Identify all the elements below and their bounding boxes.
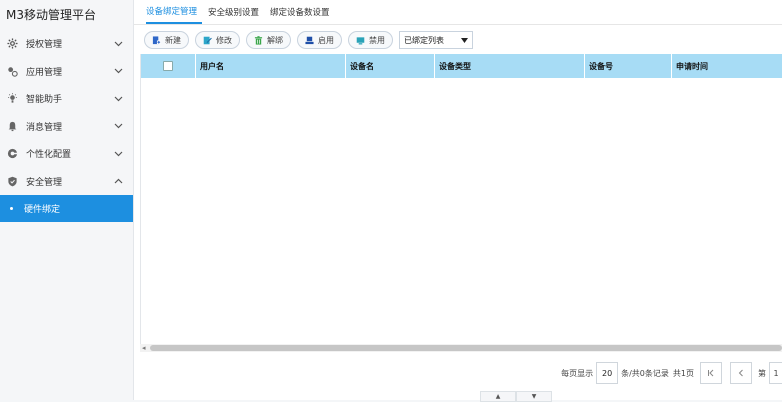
chevron-left-icon <box>738 369 743 377</box>
binding-filter-select[interactable]: 已绑定列表 <box>399 31 473 49</box>
enable-icon <box>305 36 314 45</box>
sidebar-item-assistant[interactable]: 智能助手 <box>0 85 133 113</box>
gear-icon <box>6 38 18 50</box>
sidebar-item-applications[interactable]: 应用管理 <box>0 58 133 86</box>
unbind-button[interactable]: 解绑 <box>246 31 291 49</box>
column-header-apply-time[interactable]: 申请时间 <box>672 54 782 78</box>
first-page-icon <box>708 369 714 377</box>
per-page-label: 每页显示 <box>561 368 594 378</box>
device-table: 用户名 设备名 设备类型 设备号 申请时间 <box>140 54 782 344</box>
per-page-input[interactable]: 20 <box>596 362 619 384</box>
main-panel: 设备绑定管理 安全级别设置 绑定设备数设置 新建 修改 解绑 启用 禁用 已绑定… <box>134 0 782 400</box>
sidebar-item-label: 应用管理 <box>26 67 63 78</box>
shield-icon <box>6 175 18 187</box>
caret-up-icon: ▲ <box>495 393 501 400</box>
chevron-down-icon <box>111 123 125 129</box>
caret-down-icon: ▼ <box>531 393 537 400</box>
chevron-up-icon <box>111 178 125 184</box>
select-value: 已绑定列表 <box>404 35 444 45</box>
page-number-input[interactable]: 1 <box>769 362 782 384</box>
edit-icon <box>203 36 212 45</box>
table-header: 用户名 设备名 设备类型 设备号 申请时间 <box>141 54 782 78</box>
sidebar-item-messages[interactable]: 消息管理 <box>0 113 133 141</box>
sidebar-item-label: 智能助手 <box>26 95 63 106</box>
tab-binding-count[interactable]: 绑定设备数设置 <box>270 6 335 24</box>
column-header-username[interactable]: 用户名 <box>196 54 346 78</box>
column-header-device-name[interactable]: 设备名 <box>346 54 435 78</box>
sidebar: M3移动管理平台 授权管理 应用管理 智能助手 消息管理 个性化配置 安全管理 … <box>0 0 134 400</box>
sidebar-item-label: 安全管理 <box>26 177 63 188</box>
apps-icon <box>6 65 18 77</box>
scroll-left-icon[interactable]: ◂ <box>142 344 146 352</box>
bell-icon <box>6 120 18 132</box>
sidebar-item-label: 个性化配置 <box>26 150 72 161</box>
sidebar-item-label: 消息管理 <box>26 122 63 133</box>
button-label: 修改 <box>216 35 232 45</box>
new-button[interactable]: 新建 <box>144 31 189 49</box>
sidebar-subitem-hardware-binding[interactable]: 硬件绑定 <box>0 195 133 222</box>
bullet-icon <box>10 207 13 210</box>
edit-button[interactable]: 修改 <box>195 31 240 49</box>
horizontal-scrollbar[interactable]: ◂ <box>140 344 782 352</box>
scrollbar-thumb[interactable] <box>150 345 782 351</box>
bottom-scroll-controls: ▲ ▼ <box>480 391 552 402</box>
select-all-cell <box>141 54 196 78</box>
tab-device-binding[interactable]: 设备绑定管理 <box>146 5 203 24</box>
chevron-down-icon <box>111 41 125 47</box>
sidebar-item-security[interactable]: 安全管理 <box>0 168 133 196</box>
toolbar: 新建 修改 解绑 启用 禁用 已绑定列表 <box>134 25 782 55</box>
first-page-button[interactable] <box>700 362 722 384</box>
pagination: 每页显示 20 条/共0条记录 共1页 第 1 <box>561 362 782 384</box>
disable-icon <box>356 36 365 45</box>
delete-icon <box>254 35 263 45</box>
sidebar-item-personalization[interactable]: 个性化配置 <box>0 140 133 168</box>
chevron-down-icon <box>111 68 125 74</box>
button-label: 启用 <box>318 35 334 45</box>
new-icon <box>152 35 161 45</box>
palette-icon <box>6 148 18 160</box>
scroll-up-button[interactable]: ▲ <box>480 391 516 402</box>
disable-button[interactable]: 禁用 <box>348 31 393 49</box>
select-all-checkbox[interactable] <box>163 61 173 71</box>
records-text: 条/共0条记录 <box>621 368 669 378</box>
sidebar-subitem-label: 硬件绑定 <box>24 205 61 215</box>
sidebar-item-label: 授权管理 <box>26 40 63 51</box>
tab-bar: 设备绑定管理 安全级别设置 绑定设备数设置 <box>134 0 782 25</box>
column-header-device-type[interactable]: 设备类型 <box>435 54 585 78</box>
button-label: 解绑 <box>267 35 283 45</box>
button-label: 禁用 <box>369 35 385 45</box>
column-header-device-number[interactable]: 设备号 <box>585 54 672 78</box>
enable-button[interactable]: 启用 <box>297 31 342 49</box>
prev-page-button[interactable] <box>730 362 752 384</box>
pages-text: 共1页 <box>672 368 694 378</box>
bulb-icon <box>6 93 18 105</box>
tab-security-level[interactable]: 安全级别设置 <box>208 6 264 24</box>
app-title: M3移动管理平台 <box>6 8 96 22</box>
chevron-down-icon <box>111 151 125 157</box>
button-label: 新建 <box>165 35 181 45</box>
scroll-down-button[interactable]: ▼ <box>516 391 552 402</box>
page-prefix: 第 <box>758 368 766 378</box>
sidebar-item-authorization[interactable]: 授权管理 <box>0 30 133 58</box>
caret-down-icon <box>461 36 468 45</box>
chevron-down-icon <box>111 96 125 102</box>
